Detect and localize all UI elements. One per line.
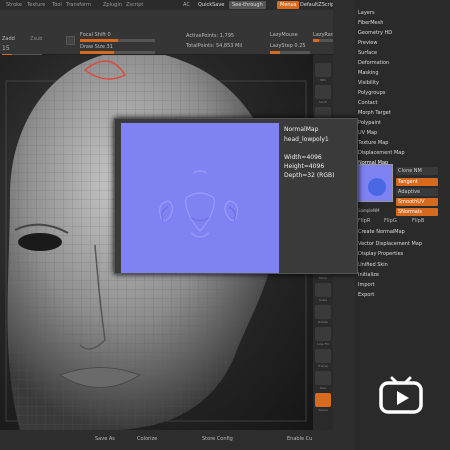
palette-item-vector-displacement-map[interactable]: Vector Displacement Map <box>358 241 422 247</box>
menu-tool[interactable]: Tool <box>52 2 62 8</box>
zsub-label[interactable]: Zsub <box>30 36 42 42</box>
normal-map-depth: Depth=32 (RGB) <box>284 172 335 179</box>
lazy-mouse-button[interactable]: LazyMouse <box>270 32 298 38</box>
palette-item-visibility[interactable]: Visibility <box>358 80 379 86</box>
palette-item-contact[interactable]: Contact <box>358 100 377 106</box>
palette-item-fibermesh[interactable]: FiberMesh <box>358 20 383 26</box>
palette-item-preview[interactable]: Preview <box>358 40 377 46</box>
store-config-button[interactable]: Store Config <box>202 436 233 442</box>
icon-label: Solo <box>319 386 327 390</box>
icon-label: Move <box>318 276 328 280</box>
draw-size-label: Draw Size 31 <box>80 44 113 50</box>
total-points: TotalPoints: 54,853 Mil <box>186 43 243 49</box>
palette-item-texture-map[interactable]: Texture Map <box>358 140 388 146</box>
icon-label: Xpose <box>318 408 328 412</box>
smoothuv-toggle[interactable]: SmoothUV <box>396 198 438 206</box>
icon-scale-button[interactable]: Scale <box>315 283 331 302</box>
palette-item-layers[interactable]: Layers <box>358 10 375 16</box>
palette-item-morph-target[interactable]: Morph Target <box>358 110 391 116</box>
create-normalmap-button[interactable]: Create NormalMap <box>358 229 405 235</box>
colorize-button[interactable]: Colorize <box>137 436 157 442</box>
normal-map-name: head_lowpoly1 <box>284 136 329 143</box>
tangent-toggle[interactable]: Tangent <box>396 178 438 186</box>
icon-label: Transp <box>318 364 328 368</box>
adaptive-toggle[interactable]: Adaptive <box>396 188 438 196</box>
palette-item-polygroups[interactable]: Polygroups <box>358 90 385 96</box>
icon-line-fill-button[interactable]: Line Fill <box>315 327 331 346</box>
palette-item-geometry-hd[interactable]: Geometry HD <box>358 30 392 36</box>
icon-transp-button[interactable]: Transp <box>315 349 331 368</box>
flip-g-toggle[interactable]: FlipG <box>384 218 397 224</box>
lazy-step-label: LazyStep 0.25 <box>270 43 306 49</box>
menu-zplugin[interactable]: Zplugin <box>103 2 122 8</box>
icon-spix-button[interactable]: SPix <box>315 63 331 82</box>
icon-xpose-button[interactable]: Xpose <box>315 393 331 412</box>
bottom-bar: Save As Colorize Store Config Enable Cu <box>0 430 355 450</box>
icon-rotate-button[interactable]: Rotate <box>315 305 331 324</box>
flip-r-toggle[interactable]: FlipR <box>358 218 370 224</box>
palette-item-export[interactable]: Export <box>358 292 374 298</box>
enable-cu-button[interactable]: Enable Cu <box>287 436 312 442</box>
palette-item-deformation[interactable]: Deformation <box>358 60 389 66</box>
palette-item-surface[interactable]: Surface <box>358 50 377 56</box>
menus-button[interactable]: Menus <box>277 1 300 9</box>
icon-solo-button[interactable]: Solo <box>315 371 331 390</box>
icon-label: Scale <box>318 298 328 302</box>
save-as-button[interactable]: Save As <box>95 436 115 442</box>
palette-item-uv-map[interactable]: UV Map <box>358 130 377 136</box>
tool-shelf: Zadd Zsub 15 Focal Shift 0 Draw Size 31 … <box>0 10 355 57</box>
palette-item-display-properties[interactable]: Display Properties <box>358 251 403 257</box>
bilibili-logo-icon <box>378 374 424 414</box>
quicksave-button[interactable]: QuickSave <box>195 1 227 9</box>
normal-map-title: NormalMap <box>284 126 319 133</box>
rgb-intensity-value: 15 <box>2 45 10 52</box>
palette-item-masking[interactable]: Masking <box>358 70 379 76</box>
normal-map-height: Height=4096 <box>284 163 325 170</box>
icon-label: SPix <box>319 78 327 82</box>
menu-texture[interactable]: Texture <box>27 2 45 8</box>
menu-stroke[interactable]: Stroke <box>6 2 22 8</box>
icon-label: Rotate <box>318 320 328 324</box>
focal-shift-slider[interactable] <box>80 39 155 42</box>
icon-label: Line Fill <box>317 342 329 346</box>
menu-transform[interactable]: Transform <box>66 2 91 8</box>
normal-map-thumbnail[interactable] <box>354 164 393 202</box>
normal-map-width: Width=4096 <box>284 154 322 161</box>
sample-nm-label: SampleNM <box>358 208 380 213</box>
icon-scroll-button[interactable]: Scroll <box>315 85 331 104</box>
focal-shift-label: Focal Shift 0 <box>80 32 111 38</box>
palette-item-initialize[interactable]: Initialize <box>358 272 379 278</box>
palette-item-displacement-map[interactable]: Displacement Map <box>358 150 405 156</box>
menu-zscript[interactable]: Zscript <box>126 2 143 8</box>
icon-label: Scroll <box>318 100 328 104</box>
brush-icon[interactable] <box>66 36 75 45</box>
seethrough-slider[interactable]: See-through <box>229 1 266 9</box>
lazy-step-slider[interactable] <box>270 51 310 54</box>
top-right-bar: AC QuickSave See-through Menus DefaultZS… <box>170 0 355 10</box>
palette-item-polypaint[interactable]: Polypaint <box>358 120 381 126</box>
normal-map-texture <box>121 123 279 273</box>
flip-b-toggle[interactable]: FlipB <box>412 218 424 224</box>
snormals-toggle[interactable]: SNormals <box>396 208 438 216</box>
clone-nm-button[interactable]: Clone NM <box>396 167 438 175</box>
palette-item-unified-skin[interactable]: Unified Skin <box>358 262 388 268</box>
draw-size-slider[interactable] <box>80 51 155 54</box>
zadd-label[interactable]: Zadd <box>2 36 15 42</box>
palette-item-import[interactable]: Import <box>358 282 375 288</box>
active-points: ActivePoints: 1,795 <box>186 33 235 39</box>
ac-button[interactable]: AC <box>180 1 193 9</box>
normal-map-preview-popup: NormalMap head_lowpoly1 Width=4096 Heigh… <box>114 118 358 274</box>
